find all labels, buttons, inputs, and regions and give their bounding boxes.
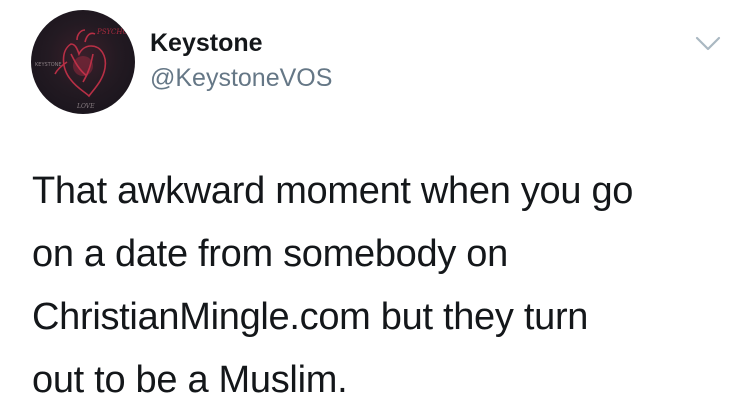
- tweet-text: That awkward moment when you go on a dat…: [32, 160, 732, 412]
- avatar-text-side: KEYSTONE: [35, 62, 62, 68]
- avatar[interactable]: PSYCHO KEYSTONE LOVE: [31, 10, 135, 114]
- tweet-menu-button[interactable]: [694, 34, 722, 54]
- tweet-text-line: out to be a Muslim.: [32, 359, 348, 401]
- heart-artwork-icon: PSYCHO KEYSTONE LOVE: [35, 28, 128, 110]
- tweet-text-line: ChristianMingle.com but they turn: [32, 296, 589, 338]
- avatar-text-bottom: LOVE: [76, 103, 95, 110]
- tweet-text-line: That awkward moment when you go: [32, 170, 634, 212]
- tweet-card: PSYCHO KEYSTONE LOVE Keystone @KeystoneV…: [0, 0, 750, 418]
- author-handle[interactable]: @KeystoneVOS: [150, 64, 332, 93]
- avatar-text-top: PSYCHO: [96, 28, 128, 36]
- author-display-name[interactable]: Keystone: [150, 29, 263, 58]
- tweet-text-line: on a date from somebody on: [32, 233, 508, 275]
- chevron-down-icon: [695, 36, 721, 51]
